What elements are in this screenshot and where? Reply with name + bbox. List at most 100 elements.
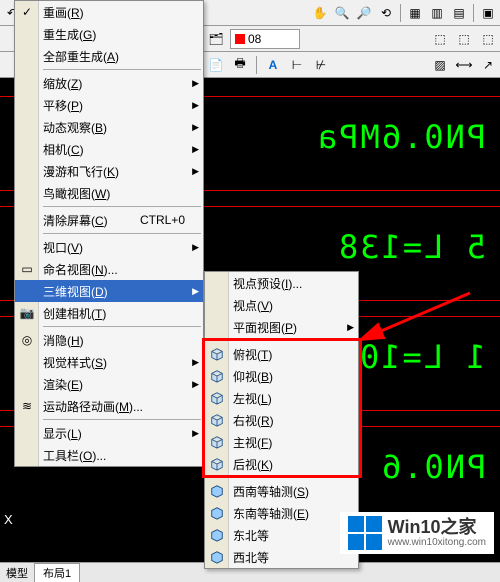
menu-item-[interactable]: 漫游和飞行(K)▶ — [15, 160, 203, 182]
menu-item-[interactable]: ✓重画(R) — [15, 1, 203, 23]
layer-tool-b[interactable]: ⬚ — [454, 29, 474, 49]
layer-combo[interactable]: 08 — [230, 29, 300, 49]
menu-item-[interactable]: 相机(C) ▶ — [15, 138, 203, 160]
menu-label: 仰视(B) — [233, 368, 273, 385]
menu-label: 运动路径动画(M)... — [43, 398, 143, 415]
menu-item-[interactable]: 鸟瞰视图(W) — [15, 182, 203, 204]
separator — [473, 4, 474, 22]
menu-item-[interactable]: ▭命名视图(N)... — [15, 258, 203, 280]
menu-label: 平面视图(P) — [233, 319, 297, 336]
cube-left-icon — [209, 390, 225, 406]
zoom-realtime-button[interactable]: 🔍 — [332, 3, 352, 23]
menu-separator — [43, 206, 201, 207]
submenu-arrow-icon: ▶ — [192, 428, 199, 439]
layer-props-button[interactable]: 🗂 — [206, 29, 226, 49]
iso-icon — [209, 505, 225, 521]
menu-item-[interactable]: 显示(L) ▶ — [15, 422, 203, 444]
menu-label: 动态观察(B) — [43, 119, 107, 136]
menu-item-[interactable]: 动态观察(B) ▶ — [15, 116, 203, 138]
menu-label: 三维视图(D) — [43, 283, 108, 300]
menu-separator — [43, 233, 201, 234]
menu-label: 西南等轴测(S) — [233, 483, 309, 500]
menu-separator — [233, 477, 356, 478]
cube-right-icon — [209, 412, 225, 428]
menu-item-[interactable]: 渲染(E)▶ — [15, 373, 203, 395]
menu-item-[interactable]: ≋ 运动路径动画(M)... — [15, 395, 203, 417]
menu-item-[interactable]: 视点(V) — [205, 294, 358, 316]
menu-label: 相机(C) — [43, 141, 84, 158]
cube-top-icon — [209, 346, 225, 362]
menu-label: 全部重生成(A) — [43, 48, 119, 65]
menu-label: 渲染(E) — [43, 376, 83, 393]
separator — [256, 56, 257, 74]
menu-item-[interactable]: 重生成(G) — [15, 23, 203, 45]
watermark: Win10之家 www.win10xitong.com — [340, 512, 494, 554]
tab-layout1[interactable]: 布局1 — [34, 563, 80, 582]
pan-button[interactable]: ✋ — [310, 3, 330, 23]
layer-tool-a[interactable]: ⬚ — [430, 29, 450, 49]
menu-label: 鸟瞰视图(W) — [43, 185, 110, 202]
menu-item-[interactable]: 平面视图(P)▶ — [205, 316, 358, 338]
menu-label: 缩放(Z) — [43, 75, 82, 92]
dim-align-button[interactable]: ⊬ — [311, 55, 331, 75]
menu-item-[interactable]: ◎ 消隐(H) — [15, 329, 203, 351]
menu-item-[interactable]: 主视(F) — [205, 431, 358, 453]
check-icon: ✓ — [19, 4, 35, 20]
menu-item-[interactable]: 东南等轴测(E) — [205, 502, 358, 524]
menu-label: 工具栏(O)... — [43, 447, 106, 464]
menu-label: 视口(V) — [43, 239, 83, 256]
sheet-button[interactable]: ▥ — [427, 3, 447, 23]
menu-item-[interactable]: 缩放(Z)▶ — [15, 72, 203, 94]
menu-item-[interactable]: 左视(L) — [205, 387, 358, 409]
menu-label: 西北等 — [233, 549, 269, 566]
menu-separator — [233, 340, 356, 341]
menu-label: 东北等 — [233, 527, 269, 544]
menu-label: 视觉样式(S) — [43, 354, 107, 371]
submenu-arrow-icon: ▶ — [192, 144, 199, 155]
submenu-arrow-icon: ▶ — [192, 122, 199, 133]
menu-item-[interactable]: 平移(P)▶ — [15, 94, 203, 116]
menu-item-[interactable]: 右视(R) — [205, 409, 358, 431]
dim-button[interactable]: ⟷ — [454, 55, 474, 75]
new-button[interactable]: 📄 — [206, 55, 226, 75]
menu-item-[interactable]: 三维视图(D)▶ — [15, 280, 203, 302]
cmd-x-label: X — [4, 512, 13, 527]
palette-button[interactable]: ▤ — [449, 3, 469, 23]
zoom-prev-button[interactable]: ⟲ — [376, 3, 396, 23]
view-menu: ✓重画(R)重生成(G)全部重生成(A)缩放(Z)▶平移(P)▶动态观察(B)▶… — [14, 0, 204, 467]
menu-label: 命名视图(N)... — [43, 261, 118, 278]
menu-item-[interactable]: 视口(V)▶ — [15, 236, 203, 258]
hide-icon: ◎ — [19, 332, 35, 348]
hatch-button[interactable]: ▨ — [430, 55, 450, 75]
zoom-window-button[interactable]: 🔎 — [354, 3, 374, 23]
submenu-arrow-icon: ▶ — [192, 166, 199, 177]
tab-model[interactable]: 模型 — [2, 565, 32, 581]
menu-label: 视点预设(I)... — [233, 275, 302, 292]
motion-icon: ≋ — [19, 398, 35, 414]
menu-item-[interactable]: 西北等 — [205, 546, 358, 568]
layer-tool-c[interactable]: ⬚ — [478, 29, 498, 49]
text-button[interactable]: A — [263, 55, 283, 75]
cube-bottom-icon — [209, 368, 225, 384]
dim-linear-button[interactable]: ⊢ — [287, 55, 307, 75]
menu-item-[interactable]: 后视(K) — [205, 453, 358, 475]
menu-separator — [43, 326, 201, 327]
menu-item-[interactable]: 东北等 — [205, 524, 358, 546]
block-button[interactable]: ▣ — [478, 3, 498, 23]
submenu-arrow-icon: ▶ — [192, 100, 199, 111]
print-button[interactable]: 🖶 — [230, 55, 250, 75]
menu-item-[interactable]: 工具栏(O)... — [15, 444, 203, 466]
menu-label: 左视(L) — [233, 390, 272, 407]
menu-label: 显示(L) — [43, 425, 82, 442]
menu-label: 消隐(H) — [43, 332, 84, 349]
menu-item-[interactable]: 俯视(T) — [205, 343, 358, 365]
menu-item-[interactable]: 视点预设(I)... — [205, 272, 358, 294]
props-button[interactable]: ▦ — [405, 3, 425, 23]
leader-button[interactable]: ↗ — [478, 55, 498, 75]
menu-item-[interactable]: 清除屏幕(C)CTRL+0 — [15, 209, 203, 231]
menu-item-[interactable]: 📷创建相机(T) — [15, 302, 203, 324]
menu-item-[interactable]: 全部重生成(A) — [15, 45, 203, 67]
menu-item-[interactable]: 视觉样式(S)▶ — [15, 351, 203, 373]
menu-item-[interactable]: 西南等轴测(S) — [205, 480, 358, 502]
menu-item-[interactable]: 仰视(B) — [205, 365, 358, 387]
